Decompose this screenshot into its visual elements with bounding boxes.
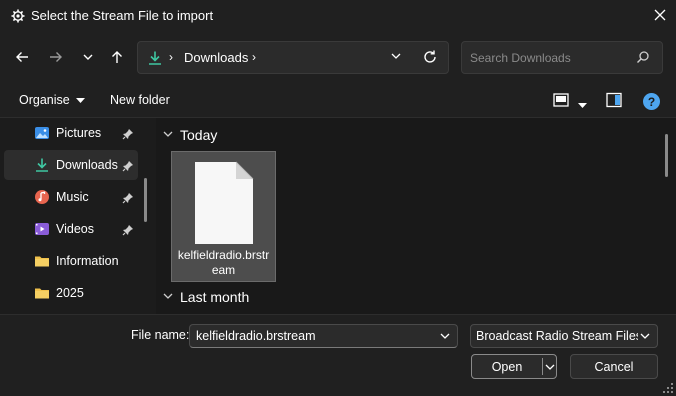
music-icon — [34, 189, 50, 205]
search-box[interactable] — [461, 41, 663, 74]
address-bar[interactable]: › Downloads › — [137, 41, 449, 74]
dialog-footer: File name: Broadcast Radio Stream Files … — [0, 314, 676, 396]
sidebar-item-label: Pictures — [56, 126, 102, 140]
sidebar-item-label: Music — [56, 190, 89, 204]
close-icon — [654, 9, 666, 24]
gear-icon — [10, 8, 26, 24]
folder-icon — [34, 253, 50, 269]
chevron-down-icon — [162, 127, 174, 143]
group-header-last-month[interactable]: Last month — [162, 289, 249, 305]
videos-icon — [34, 221, 50, 237]
pin-icon — [122, 160, 134, 172]
command-bar: Organise New folder ? — [0, 84, 676, 118]
navigation-pane: Pictures Downloads Music Videos Informat… — [0, 118, 156, 314]
arrow-up-icon — [110, 50, 124, 67]
up-button[interactable] — [105, 46, 129, 70]
chevron-down-icon[interactable] — [390, 50, 406, 66]
breadcrumb-downloads[interactable]: Downloads — [184, 50, 248, 65]
sidebar-item-downloads[interactable]: Downloads — [4, 150, 138, 180]
chevron-down-icon[interactable] — [544, 361, 556, 373]
pin-icon — [122, 192, 134, 204]
view-icon — [553, 93, 569, 110]
open-button-label: Open — [491, 360, 523, 374]
help-button[interactable]: ? — [643, 93, 660, 110]
sidebar-item-label: Videos — [56, 222, 94, 236]
cancel-button[interactable]: Cancel — [570, 354, 658, 379]
pin-icon — [122, 224, 134, 236]
file-name-label: File name: — [131, 328, 190, 342]
group-header-today[interactable]: Today — [162, 127, 217, 143]
file-list-scrollbar[interactable] — [665, 134, 668, 177]
sidebar-item-label: Information — [56, 254, 119, 268]
download-icon — [34, 157, 50, 173]
view-button[interactable] — [551, 91, 591, 111]
forward-button[interactable] — [44, 46, 68, 70]
file-item[interactable]: kelfieldradio.brstream — [171, 151, 276, 282]
arrow-right-icon — [49, 50, 63, 67]
chevron-down-icon — [82, 51, 94, 66]
window-title: Select the Stream File to import — [31, 8, 214, 23]
sidebar-item-pictures[interactable]: Pictures — [4, 118, 138, 148]
resize-grip-icon[interactable] — [663, 382, 673, 393]
file-name-field[interactable] — [196, 328, 426, 344]
sidebar-item-information[interactable]: Information — [4, 246, 138, 276]
new-folder-button[interactable]: New folder — [110, 93, 170, 107]
sidebar-item-music[interactable]: Music — [4, 182, 138, 212]
folder-icon — [34, 285, 50, 301]
file-icon — [191, 160, 257, 246]
organise-label: Organise — [19, 93, 70, 107]
arrow-left-icon — [15, 50, 29, 67]
caret-down-icon — [578, 98, 587, 112]
sidebar-item-videos[interactable]: Videos — [4, 214, 138, 244]
open-button[interactable]: Open — [471, 354, 557, 379]
sidebar-item-2025[interactable]: 2025 — [4, 278, 138, 308]
title-bar: Select the Stream File to import — [0, 0, 676, 32]
breadcrumb-separator[interactable]: › — [252, 50, 256, 64]
file-type-select[interactable]: Broadcast Radio Stream Files (* — [470, 324, 658, 348]
chevron-down-icon — [639, 330, 651, 342]
group-header-label: Last month — [180, 289, 250, 305]
chevron-down-icon[interactable] — [439, 330, 451, 342]
preview-pane-button[interactable] — [606, 92, 624, 110]
download-icon — [147, 50, 163, 66]
breadcrumb-separator: › — [169, 50, 173, 64]
close-button[interactable] — [644, 0, 676, 32]
pictures-icon — [34, 125, 50, 141]
organise-menu[interactable]: Organise — [19, 93, 85, 107]
recent-locations-button[interactable] — [76, 46, 100, 70]
preview-pane-icon — [606, 92, 622, 111]
search-input[interactable] — [470, 48, 630, 68]
pin-icon — [122, 128, 134, 140]
file-name-combo[interactable] — [189, 324, 458, 348]
file-list: Today kelfieldradio.brstream Last month — [156, 118, 676, 314]
chevron-down-icon — [162, 289, 174, 305]
group-header-label: Today — [180, 127, 218, 143]
file-name: kelfieldradio.brstream — [177, 248, 270, 277]
split-divider — [542, 358, 543, 375]
sidebar-item-label: 2025 — [56, 286, 84, 300]
refresh-icon[interactable] — [422, 49, 440, 67]
sidebar-item-label: Downloads — [56, 158, 118, 172]
sidebar-scrollbar[interactable] — [144, 178, 147, 222]
caret-down-icon — [75, 93, 85, 107]
search-icon[interactable] — [636, 50, 652, 66]
back-button[interactable] — [10, 46, 34, 70]
file-type-value: Broadcast Radio Stream Files (* — [476, 329, 638, 343]
